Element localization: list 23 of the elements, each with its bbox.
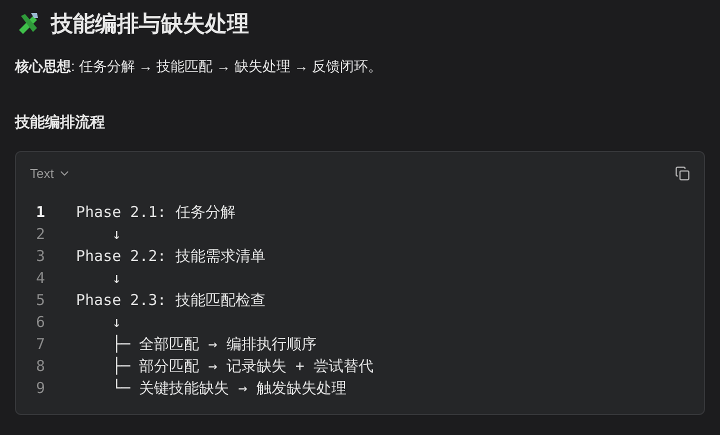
code-line: Phase 2.1: 任务分解 bbox=[76, 202, 236, 223]
page-title: 技能编排与缺失处理 bbox=[51, 10, 249, 38]
language-selector[interactable]: Text bbox=[30, 164, 71, 183]
line-number: 8 bbox=[36, 356, 46, 377]
code-line: ↓ bbox=[111, 268, 122, 289]
code-line: ├─ 部分匹配 → 记录缺失 + 尝试替代 bbox=[111, 356, 374, 377]
code-line: ├─ 全部匹配 → 编排执行顺序 bbox=[111, 334, 316, 355]
code-line: ↓ bbox=[111, 224, 122, 245]
line-number: 7 bbox=[36, 334, 46, 355]
line-number: 5 bbox=[36, 290, 46, 311]
line-number: 2 bbox=[36, 224, 46, 245]
code-line: ↓ bbox=[111, 312, 122, 333]
line-number: 4 bbox=[36, 268, 46, 289]
line-number: 3 bbox=[36, 246, 46, 267]
code-line: Phase 2.2: 技能需求清单 bbox=[76, 246, 266, 267]
code-line: └─ 关键技能缺失 → 触发缺失处理 bbox=[111, 378, 346, 399]
line-number: 6 bbox=[36, 312, 46, 333]
section-heading: 技能编排流程 bbox=[15, 113, 106, 133]
copy-icon[interactable] bbox=[675, 166, 690, 181]
intro-paragraph: 核心思想: 任务分解 → 技能匹配 → 缺失处理 → 反馈闭环。 bbox=[15, 57, 384, 76]
line-number: 9 bbox=[36, 378, 46, 399]
line-number: 1 bbox=[36, 202, 46, 223]
code-line: Phase 2.3: 技能匹配检查 bbox=[76, 290, 266, 311]
